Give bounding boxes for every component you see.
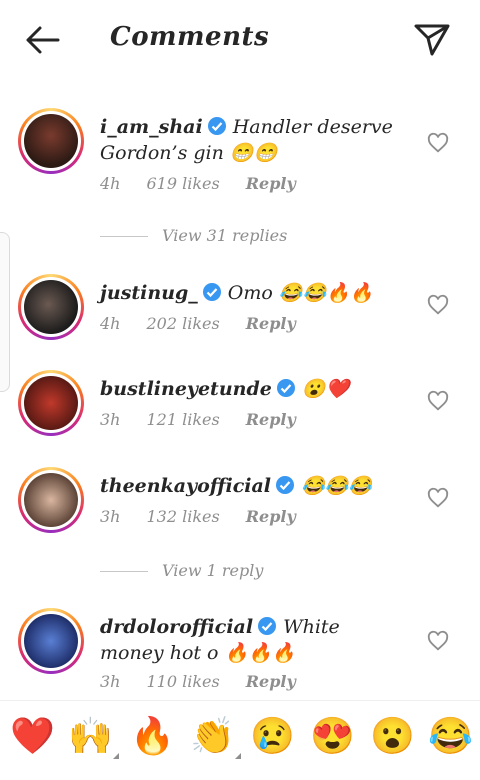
like-heart-icon[interactable] [427,294,449,316]
verified-badge-icon [276,476,295,494]
comment-text: 😮❤️ [301,378,350,400]
comment-meta: 4h 619 likes Reply [100,174,322,193]
comment-text-block: i_am_shai Handler deserve Gordon’s gin 😁😁 [100,114,400,166]
comment-text-block: drdolorofficial White money hot o 🔥🔥🔥 [100,614,400,666]
comment-meta: 3h 121 likes Reply [100,410,322,429]
verified-badge-icon [276,379,295,397]
comment-likes[interactable]: 132 likes [146,507,219,526]
page-title: Comments [110,22,270,52]
emoji-heart-eyes-button[interactable]: 😍 [310,715,355,759]
reply-button[interactable]: Reply [246,410,296,429]
verified-badge-icon [202,283,221,301]
reply-button[interactable]: Reply [246,507,296,526]
comment-likes[interactable]: 121 likes [146,410,219,429]
comment-time: 3h [100,410,121,429]
comment-text: Omo 😂😂🔥🔥 [227,282,374,304]
comment-username[interactable]: bustlineyetunde [100,378,272,400]
back-arrow-icon[interactable] [22,24,62,56]
skin-tone-indicator [234,753,241,759]
emoji-clap-button[interactable]: 👏 [190,715,241,759]
avatar[interactable] [18,467,84,533]
comment-likes[interactable]: 202 likes [146,314,219,333]
emoji-raised-hands-button[interactable]: 🙌 [68,715,119,759]
emoji-crying-button[interactable]: 😢 [250,715,295,759]
avatar[interactable] [18,370,84,436]
skin-tone-indicator [112,753,119,759]
view-replies-link[interactable]: View 31 replies [100,226,287,245]
view-replies-text[interactable]: View 31 replies [162,226,287,245]
view-replies-text[interactable]: View 1 reply [162,561,263,580]
comment-username[interactable]: justinug_ [100,282,198,304]
comment-time: 3h [100,507,121,526]
comment-meta: 3h 110 likes Reply [100,672,322,691]
like-heart-icon[interactable] [427,487,449,509]
avatar[interactable] [18,108,84,174]
emoji-clap-glyph: 👏 [190,716,235,757]
replies-divider [100,236,148,237]
reply-button[interactable]: Reply [246,672,296,691]
comment-text-block: bustlineyetunde 😮❤️ [100,376,400,402]
emoji-quick-reply-bar: ❤️ 🙌 🔥 👏 😢 😍 😮 😂 [0,700,480,780]
comment-time: 3h [100,672,121,691]
like-heart-icon[interactable] [427,630,449,652]
comment-likes[interactable]: 110 likes [146,672,219,691]
emoji-raised-hands-glyph: 🙌 [68,716,113,757]
comment-time: 4h [100,314,121,333]
like-heart-icon[interactable] [427,132,449,154]
emoji-surprised-button[interactable]: 😮 [370,715,415,759]
like-heart-icon[interactable] [427,390,449,412]
reply-button[interactable]: Reply [246,174,296,193]
header: Comments [0,0,480,80]
comment-username[interactable]: drdolorofficial [100,616,253,638]
comment-text-block: justinug_ Omo 😂😂🔥🔥 [100,280,400,306]
emoji-heart-button[interactable]: ❤️ [10,715,55,759]
avatar[interactable] [18,608,84,674]
emoji-fire-button[interactable]: 🔥 [130,715,175,759]
direct-message-icon[interactable] [412,22,452,58]
comment-time: 4h [100,174,121,193]
comment-username[interactable]: i_am_shai [100,116,203,138]
reply-button[interactable]: Reply [246,314,296,333]
verified-badge-icon [207,117,226,135]
comment-username[interactable]: theenkayofficial [100,475,271,497]
emoji-laughing-button[interactable]: 😂 [428,715,473,759]
replies-divider [100,571,148,572]
comment-meta: 3h 132 likes Reply [100,507,322,526]
comment-text: 😂😂😂 [301,475,373,497]
side-edge-handle [0,232,10,392]
verified-badge-icon [258,617,277,635]
comment-text-block: theenkayofficial 😂😂😂 [100,473,400,499]
comment-likes[interactable]: 619 likes [146,174,219,193]
view-replies-link[interactable]: View 1 reply [100,561,263,580]
comment-meta: 4h 202 likes Reply [100,314,322,333]
avatar[interactable] [18,274,84,340]
